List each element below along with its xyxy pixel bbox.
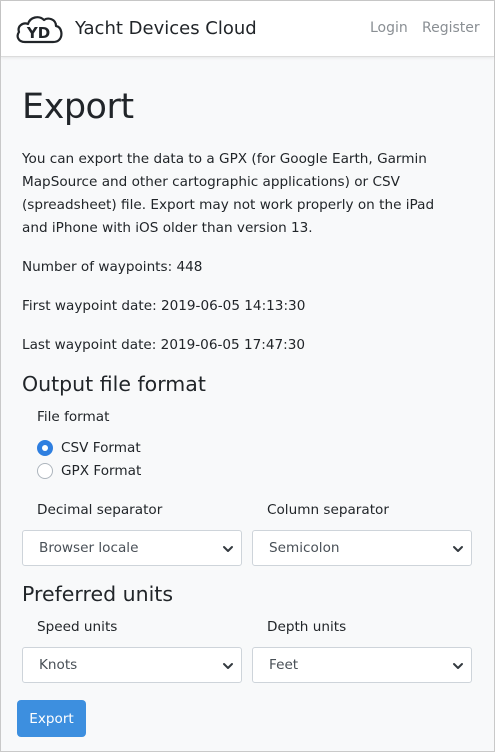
decimal-separator-label: Decimal separator xyxy=(37,502,163,518)
gpx-format-label: GPX Format xyxy=(61,463,142,479)
output-format-heading: Output file format xyxy=(22,372,206,396)
file-format-label: File format xyxy=(37,409,110,425)
speed-units-select[interactable]: Knots xyxy=(22,647,242,683)
page-title: Export xyxy=(22,87,134,127)
navbar: YD Yacht Devices Cloud Login Register xyxy=(1,1,494,57)
column-separator-value: Semicolon xyxy=(269,540,340,556)
decimal-separator-value: Browser locale xyxy=(39,540,139,556)
first-waypoint-date: First waypoint date: 2019-06-05 14:13:30 xyxy=(22,298,306,314)
csv-format-option[interactable]: CSV Format xyxy=(37,439,141,457)
depth-units-select[interactable]: Feet xyxy=(252,647,472,683)
column-separator-select[interactable]: Semicolon xyxy=(252,530,472,566)
speed-units-label: Speed units xyxy=(37,619,118,635)
chevron-down-icon xyxy=(453,663,463,669)
preferred-units-heading: Preferred units xyxy=(22,582,174,606)
speed-units-value: Knots xyxy=(39,657,78,673)
csv-format-label: CSV Format xyxy=(61,440,141,456)
column-separator-label: Column separator xyxy=(267,502,389,518)
intro-text: You can export the data to a GPX (for Go… xyxy=(22,151,435,236)
waypoint-count: Number of waypoints: 448 xyxy=(22,259,203,275)
chevron-down-icon xyxy=(223,546,233,552)
chevron-down-icon xyxy=(223,663,233,669)
depth-units-label: Depth units xyxy=(267,619,347,635)
svg-text:YD: YD xyxy=(26,24,50,42)
yd-logo-icon[interactable]: YD xyxy=(15,12,63,46)
last-waypoint-date: Last waypoint date: 2019-06-05 17:47:30 xyxy=(22,337,306,353)
decimal-separator-select[interactable]: Browser locale xyxy=(22,530,242,566)
login-link[interactable]: Login xyxy=(370,20,408,36)
csv-radio[interactable] xyxy=(37,440,53,456)
register-link[interactable]: Register xyxy=(422,20,480,36)
export-button[interactable]: Export xyxy=(17,700,86,737)
chevron-down-icon xyxy=(453,546,463,552)
gpx-format-option[interactable]: GPX Format xyxy=(37,462,141,480)
gpx-radio[interactable] xyxy=(37,463,53,479)
brand-title[interactable]: Yacht Devices Cloud xyxy=(75,18,257,39)
depth-units-value: Feet xyxy=(269,657,299,673)
